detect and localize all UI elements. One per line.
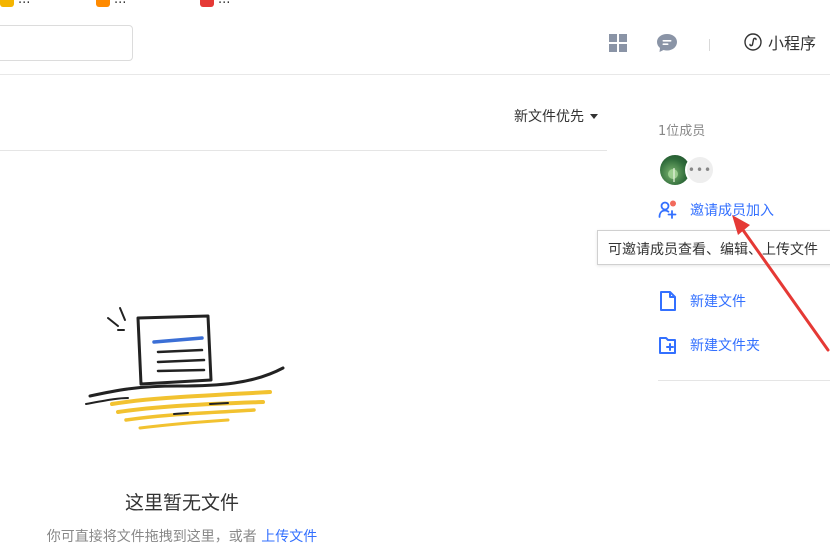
bookmark-icon: [0, 0, 14, 7]
apps-grid-icon[interactable]: [609, 34, 627, 52]
bookmark-icon: [200, 0, 214, 7]
mini-program-icon: [744, 33, 762, 51]
file-list-header: 新文件优先: [0, 76, 607, 151]
toolbar-divider: [709, 39, 710, 51]
empty-state-title: 这里暂无文件: [124, 492, 239, 514]
bookmark-icon: [96, 0, 110, 7]
add-user-icon: [658, 200, 677, 219]
top-toolbar: 小程序: [0, 13, 830, 75]
caret-down-icon: [590, 113, 598, 119]
file-icon: [660, 291, 676, 311]
add-folder-icon: [659, 337, 676, 354]
member-count: 1位成员: [658, 124, 706, 139]
mini-program-label: 小程序: [768, 34, 817, 53]
empty-state-hint: 你可直接将文件拖拽到这里，或者: [46, 529, 262, 543]
panel-divider: [658, 380, 830, 381]
chat-bubble-icon[interactable]: [656, 33, 678, 53]
bookmark-item[interactable]: ...: [200, 0, 230, 7]
annotation-arrow: [732, 215, 830, 352]
more-members-button[interactable]: •••: [685, 155, 715, 185]
mini-program-button[interactable]: 小程序: [744, 30, 816, 54]
bookmark-bar: ... ... ...: [0, 0, 830, 10]
sort-dropdown[interactable]: 新文件优先: [514, 106, 598, 126]
bookmark-item[interactable]: ...: [96, 0, 126, 7]
empty-folder-illustration: [85, 307, 285, 430]
sort-label: 新文件优先: [514, 109, 584, 125]
bookmark-item[interactable]: ...: [0, 0, 30, 7]
empty-state-subtitle: 你可直接将文件拖拽到这里，或者 上传文件: [0, 526, 364, 543]
search-input[interactable]: [0, 25, 133, 61]
upload-file-link[interactable]: 上传文件: [261, 529, 317, 543]
